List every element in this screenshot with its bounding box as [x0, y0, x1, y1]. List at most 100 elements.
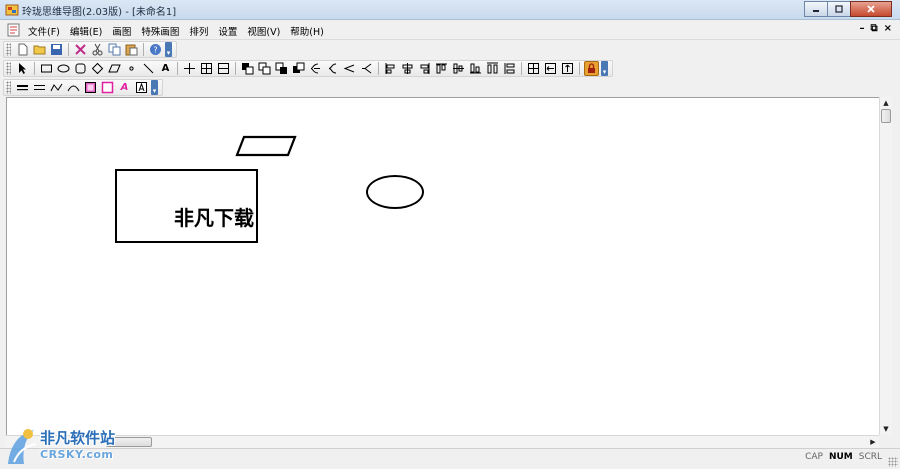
menu-view[interactable]: 视图(V) [247, 24, 280, 38]
horizontal-scrollbar[interactable]: ▶ [6, 435, 879, 448]
maximize-button[interactable] [827, 1, 851, 17]
same-height-button[interactable] [560, 61, 575, 76]
align-left-icon [385, 63, 395, 74]
toolbar-grip[interactable] [6, 81, 11, 94]
mdi-close-button[interactable]: × [884, 23, 892, 34]
align-middle-button[interactable] [451, 61, 466, 76]
connector-branch-button[interactable] [359, 61, 374, 76]
curve-line-button[interactable] [49, 80, 64, 95]
scroll-down-arrow-icon[interactable]: ▼ [880, 423, 892, 435]
rounded-rect-tool[interactable] [73, 61, 88, 76]
diamond-tool[interactable] [90, 61, 105, 76]
send-backward-button[interactable] [291, 61, 306, 76]
align-left-button[interactable] [383, 61, 398, 76]
open-button[interactable] [32, 42, 47, 57]
fill-color-button[interactable] [83, 80, 98, 95]
paste-button[interactable] [124, 42, 139, 57]
arc-line-button[interactable] [66, 80, 81, 95]
distribute-h-button[interactable] [485, 61, 500, 76]
dot-tool[interactable] [124, 61, 139, 76]
window-title: 玲珑思维导图(2.03版) - [未命名1] [22, 7, 177, 18]
send-back-button[interactable] [257, 61, 272, 76]
same-height-icon [562, 63, 573, 74]
app-icon [5, 4, 19, 16]
double-line-button[interactable] [32, 80, 47, 95]
same-size-button[interactable] [526, 61, 541, 76]
text-tool[interactable]: A [158, 61, 173, 76]
same-width-button[interactable] [543, 61, 558, 76]
connector-angle-button[interactable] [342, 61, 357, 76]
open-folder-icon [33, 45, 46, 55]
mdi-minimize-button[interactable]: – [859, 23, 864, 34]
close-button[interactable] [850, 1, 892, 17]
scroll-right-arrow-icon[interactable]: ▶ [867, 436, 879, 448]
drawing-canvas[interactable]: 非凡下载 [6, 97, 879, 435]
ellipse-tool[interactable] [56, 61, 71, 76]
delete-button[interactable] [73, 42, 88, 57]
cross-tool[interactable] [182, 61, 197, 76]
toolbar-overflow-button[interactable]: ▾ [165, 42, 172, 57]
parallelogram-shape[interactable] [235, 135, 297, 157]
menu-help[interactable]: 帮助(H) [290, 24, 324, 38]
menu-edit[interactable]: 编辑(E) [70, 24, 102, 38]
help-button[interactable]: ? [148, 42, 163, 57]
pointer-button[interactable] [15, 61, 30, 76]
mdi-restore-button[interactable]: ⧉ [870, 23, 877, 34]
font-color-button[interactable]: A [117, 80, 132, 95]
distribute-vertical-icon [504, 63, 515, 74]
connector-left-button[interactable] [308, 61, 323, 76]
minimize-button[interactable] [804, 1, 828, 17]
num-lock-indicator: NUM [828, 452, 853, 462]
same-size-icon [528, 63, 539, 74]
rectangle-shape-text: 非凡下载 [174, 206, 254, 230]
text-box-button[interactable] [134, 80, 149, 95]
bring-front-button[interactable] [240, 61, 255, 76]
copy-button[interactable] [107, 42, 122, 57]
grid-tool[interactable] [199, 61, 214, 76]
rectangle-shape[interactable]: 非凡下载 [115, 169, 258, 243]
align-bottom-button[interactable] [468, 61, 483, 76]
ellipse-shape[interactable] [366, 175, 424, 209]
line-tool[interactable] [141, 61, 156, 76]
vertical-scroll-thumb[interactable] [881, 109, 891, 123]
parallelogram-tool[interactable] [107, 61, 122, 76]
document-icon[interactable] [6, 23, 22, 37]
toolbar-overflow-button[interactable]: ▾ [601, 61, 608, 76]
toolbar-grip[interactable] [6, 62, 11, 75]
align-top-button[interactable] [434, 61, 449, 76]
bring-forward-button[interactable] [274, 61, 289, 76]
scroll-lock-indicator: SCRL [858, 452, 882, 462]
resize-grip-icon[interactable] [888, 457, 898, 467]
line-weight-button[interactable] [15, 80, 30, 95]
toolbar-separator [177, 62, 178, 75]
split-tool[interactable] [216, 61, 231, 76]
save-icon [51, 44, 62, 55]
border-color-button[interactable] [100, 80, 115, 95]
menu-settings[interactable]: 设置 [218, 24, 237, 38]
align-right-icon [420, 63, 430, 74]
dot-icon [129, 66, 134, 71]
shapes-toolbar: A ▾ [0, 59, 900, 78]
menu-draw[interactable]: 画图 [112, 24, 131, 38]
align-right-button[interactable] [417, 61, 432, 76]
menu-file[interactable]: 文件(F) [28, 24, 60, 38]
toolbar-grip[interactable] [6, 43, 11, 56]
lock-button[interactable] [584, 61, 599, 76]
align-top-icon [436, 63, 447, 74]
rectangle-tool[interactable] [39, 61, 54, 76]
connector-curve-button[interactable] [325, 61, 340, 76]
cross-icon [184, 63, 195, 74]
same-width-icon [545, 63, 556, 74]
distribute-v-button[interactable] [502, 61, 517, 76]
grid-icon [201, 63, 212, 74]
title-bar: 玲珑思维导图(2.03版) - [未命名1] [0, 0, 900, 20]
menu-arrange[interactable]: 排列 [189, 24, 208, 38]
vertical-scrollbar[interactable]: ▲ ▼ [879, 97, 892, 435]
new-button[interactable] [15, 42, 30, 57]
scroll-up-arrow-icon[interactable]: ▲ [880, 97, 892, 109]
menu-special-draw[interactable]: 特殊画图 [141, 24, 179, 38]
toolbar-overflow-button[interactable]: ▾ [151, 80, 158, 95]
cut-button[interactable] [90, 42, 105, 57]
save-button[interactable] [49, 42, 64, 57]
align-center-button[interactable] [400, 61, 415, 76]
